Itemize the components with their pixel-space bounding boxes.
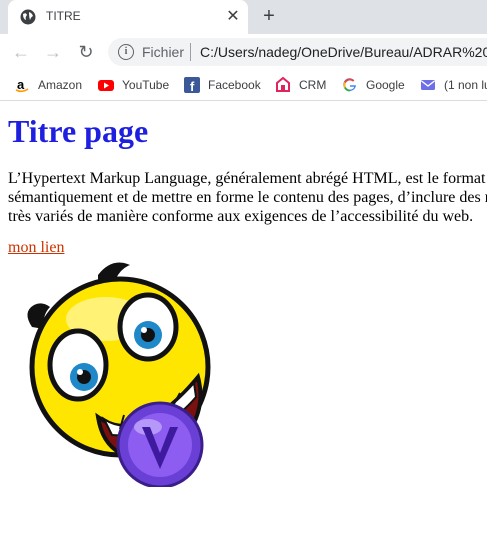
crm-icon xyxy=(276,77,290,92)
back-button[interactable]: ← xyxy=(10,41,32,63)
page-content: Titre page L’Hypertext Markup Language, … xyxy=(0,101,487,537)
paragraph-line: très variés de manière conforme aux exig… xyxy=(8,208,474,225)
bookmark-amazon[interactable]: a Amazon xyxy=(14,76,82,94)
info-icon[interactable]: i xyxy=(118,44,134,60)
bookmark-label: CRM xyxy=(299,78,327,92)
bookmark-mail[interactable]: (1 non lu xyxy=(420,76,487,94)
globe-icon xyxy=(20,9,36,25)
url-separator xyxy=(190,43,191,61)
bookmark-label: Amazon xyxy=(38,78,83,92)
bookmark-label: Google xyxy=(366,78,405,92)
bookmark-label: (1 non lu xyxy=(444,78,487,92)
svg-text:a: a xyxy=(17,77,25,92)
url-scheme-label: Fichier xyxy=(142,44,185,60)
address-bar[interactable]: i Fichier C:/Users/nadeg/OneDrive/Bureau… xyxy=(108,38,487,66)
amazon-icon: a xyxy=(15,77,29,93)
tongue-out-emoji-image xyxy=(27,262,211,487)
tab-strip: TITRE ✕ + xyxy=(0,0,487,34)
page-title: Titre page xyxy=(8,113,149,149)
url-text[interactable]: C:/Users/nadeg/OneDrive/Bureau/ADRAR%20S xyxy=(200,44,487,60)
page-paragraph: L’Hypertext Markup Language, généralemen… xyxy=(8,169,487,226)
bookmark-youtube[interactable]: YouTube xyxy=(98,76,169,94)
svg-text:f: f xyxy=(190,79,195,93)
tab-title: TITRE xyxy=(46,9,81,23)
active-tab[interactable]: TITRE ✕ xyxy=(8,0,248,34)
youtube-icon xyxy=(98,80,114,91)
page-link[interactable]: mon lien xyxy=(8,239,64,257)
browser-toolbar: ← → ↻ i Fichier C:/Users/nadeg/OneDrive/… xyxy=(0,34,487,70)
bookmark-label: Facebook xyxy=(208,78,261,92)
reload-button[interactable]: ↻ xyxy=(75,41,97,63)
close-tab-icon[interactable]: ✕ xyxy=(224,8,242,26)
paragraph-line: sémantiquement et de mettre en forme le … xyxy=(8,189,487,206)
google-icon xyxy=(343,78,356,92)
bookmarks-bar: a Amazon YouTube f Facebook CRM Google (… xyxy=(0,70,487,101)
bookmark-label: YouTube xyxy=(122,78,170,92)
new-tab-button[interactable]: + xyxy=(258,6,280,28)
mail-icon xyxy=(421,80,435,90)
bookmark-google[interactable]: Google xyxy=(342,76,405,94)
bookmark-crm[interactable]: CRM xyxy=(275,76,326,94)
forward-button[interactable]: → xyxy=(42,41,64,63)
facebook-icon: f xyxy=(184,77,200,93)
bookmark-facebook[interactable]: f Facebook xyxy=(184,76,261,94)
paragraph-line: L’Hypertext Markup Language, généralemen… xyxy=(8,170,486,187)
